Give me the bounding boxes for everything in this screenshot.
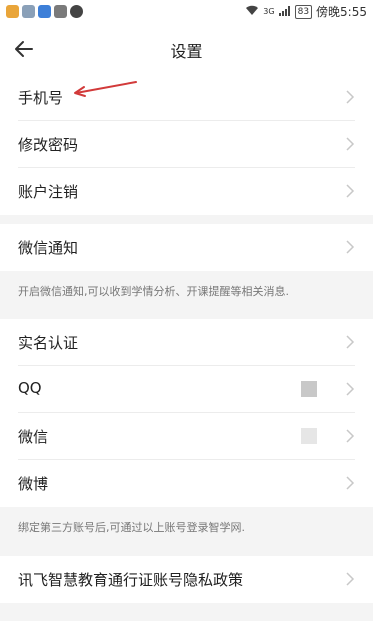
qq-bind-toggle[interactable] — [301, 381, 317, 397]
settings-item-label: 账户注销 — [18, 183, 79, 201]
settings-item-change-password[interactable]: 修改密码 — [0, 121, 373, 168]
settings-item-privacy-policy[interactable]: 讯飞智慧教育通行证账号隐私政策 — [0, 556, 373, 603]
chevron-right-icon — [346, 429, 355, 443]
status-bar: 3G 83 傍晚5:55 — [0, 0, 373, 24]
chevron-right-icon — [346, 184, 355, 198]
settings-item-label: 微信 — [18, 428, 49, 446]
wechat-notify-note: 开启微信通知,可以收到学情分析、开课提醒等相关消息. — [18, 285, 289, 298]
settings-item-wechat[interactable]: 微信 — [0, 413, 373, 460]
settings-item-qq[interactable]: QQ — [0, 366, 373, 413]
chevron-right-icon — [346, 572, 355, 586]
annotation-arrow — [74, 81, 137, 97]
page-title: 设置 — [170, 42, 203, 61]
chevron-right-icon — [346, 335, 355, 349]
settings-item-weibo[interactable]: 微博 — [0, 460, 373, 507]
settings-item-wechat-notify[interactable]: 微信通知 — [0, 224, 373, 271]
notification-app-icon — [6, 5, 19, 18]
settings-item-label: 修改密码 — [18, 136, 79, 154]
signal-icon — [278, 5, 291, 19]
settings-item-delete-account[interactable]: 账户注销 — [0, 168, 373, 215]
chevron-right-icon — [346, 382, 355, 396]
notification-app-icon — [22, 5, 35, 18]
notification-icons — [6, 5, 83, 18]
chevron-right-icon — [346, 240, 355, 254]
settings-item-label: 微博 — [18, 475, 49, 493]
settings-item-label: 实名认证 — [18, 334, 79, 352]
chevron-right-icon — [346, 137, 355, 151]
settings-item-label: 微信通知 — [18, 239, 79, 257]
status-time: 傍晚5:55 — [316, 5, 367, 19]
header-bar: 设置 — [0, 24, 373, 74]
settings-item-real-name[interactable]: 实名认证 — [0, 319, 373, 366]
chevron-right-icon — [346, 90, 355, 104]
settings-item-label: QQ — [18, 379, 42, 397]
battery-indicator: 83 — [294, 4, 313, 19]
wechat-bind-toggle[interactable] — [301, 428, 317, 444]
wifi-icon — [245, 5, 259, 19]
notification-app-icon — [38, 5, 51, 18]
settings-item-phone[interactable]: 手机号 — [0, 74, 373, 121]
network-type: 3G — [263, 7, 275, 16]
bind-account-note: 绑定第三方账号后,可通过以上账号登录智学网. — [18, 521, 245, 534]
settings-item-label: 手机号 — [18, 89, 64, 107]
notification-app-icon — [54, 5, 67, 18]
chevron-right-icon — [346, 476, 355, 490]
notification-app-icon — [70, 5, 83, 18]
settings-item-label: 讯飞智慧教育通行证账号隐私政策 — [18, 571, 244, 589]
